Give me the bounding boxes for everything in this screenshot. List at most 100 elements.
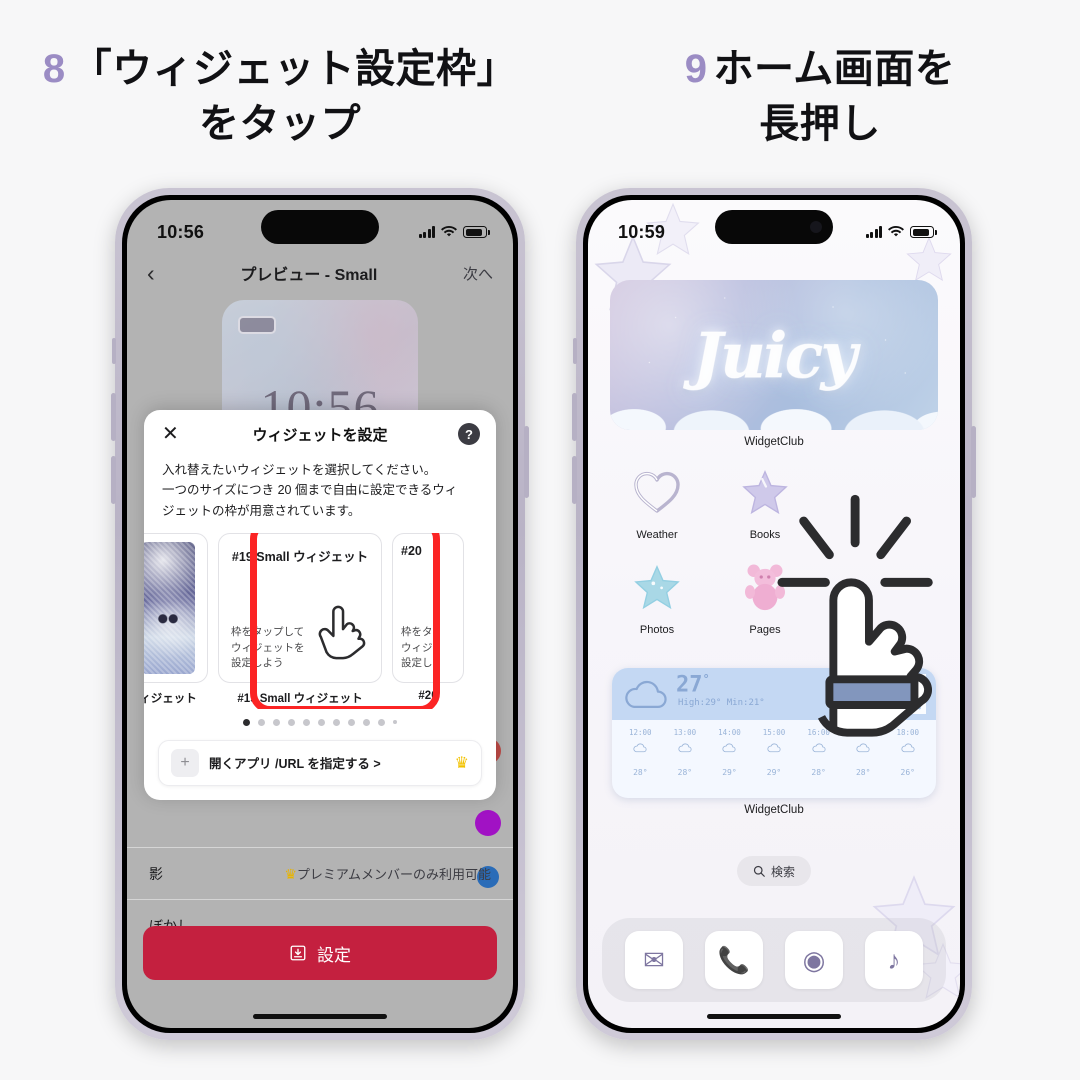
widget-caption-next: #20 (418, 689, 438, 702)
star-icon-2 (629, 559, 685, 615)
crown-icon-premium: ♛ (454, 754, 469, 772)
page-dot[interactable] (348, 718, 355, 726)
preview-battery-widget (238, 316, 276, 334)
dock: ✉ 📞 ◉ ♪ (602, 918, 946, 1002)
volume-down-button-right[interactable] (572, 456, 577, 504)
page-dot[interactable] (243, 718, 250, 726)
photo-widget[interactable]: Juicy (610, 280, 938, 430)
widget-slot-19[interactable]: #19 Small ウィジェット 枠をタップして ウィジェットを 設定しよう (218, 532, 382, 683)
weather-hour-temp: 29° (722, 768, 737, 777)
widget-slot-20[interactable]: #20 枠をタ ウィジ 設定し (392, 532, 464, 683)
sheet-desc-line1: 入れ替えたいウィジェットを選択してください。 (162, 463, 437, 477)
battery-icon (463, 226, 490, 238)
search-label: 検索 (770, 864, 796, 879)
status-time: 10:56 (157, 221, 205, 242)
mute-switch-right[interactable] (573, 338, 577, 364)
app-grid: Weather Books Photos Pages (614, 464, 814, 636)
dynamic-island-right (715, 210, 833, 244)
app-books[interactable]: Books (722, 464, 808, 541)
front-camera-icon (810, 221, 822, 233)
weather-hourly-row: 12:00 28° 13:00 28° 14:00 29° 15:00 29° 16:00 28°… (612, 720, 936, 783)
weather-hour-cell: 13:00 28° (663, 728, 708, 777)
close-icon[interactable]: ✕ (162, 424, 179, 444)
app-weather[interactable]: Weather (614, 464, 700, 541)
widget-artwork-label: Juicy (693, 318, 858, 392)
photo-widget-label: WidgetClub (744, 436, 804, 448)
weather-hour-temp: 29° (766, 768, 782, 777)
page-dot[interactable] (378, 718, 385, 726)
widget-settings-sheet: ✕ ウィジェットを設定 ? 入れ替えたいウィジェットを選択してください。 一つの… (144, 410, 496, 800)
cloud-icon (767, 743, 781, 753)
cloud-icon (812, 743, 826, 753)
color-swatch-purple[interactable] (475, 810, 501, 836)
search-pill[interactable]: 検索 (736, 856, 812, 886)
music-icon[interactable]: ♪ (865, 931, 923, 989)
weather-hour-cell: 18:00 26° (885, 728, 930, 777)
weather-city-name: Maebashi (888, 676, 922, 684)
page-dot[interactable] (303, 718, 310, 726)
page-dot[interactable] (363, 718, 370, 726)
app-photos[interactable]: Photos (614, 559, 700, 636)
widget-card-current[interactable]: #19 Small ウィジェット 枠をタップして ウィジェットを 設定しよう #… (218, 532, 382, 706)
weather-hour-temp: 28° (855, 768, 871, 777)
widget-slot-next-hint: 枠をタ ウィジ 設定し (401, 625, 455, 672)
page-dot[interactable] (393, 720, 397, 725)
cloud-icon (856, 743, 870, 753)
row-value-shadow: ♛プレミアムメンバーのみ利用可能 (284, 864, 491, 883)
back-button[interactable]: ‹ (147, 261, 155, 285)
heading-8-line2: をタップ (199, 102, 361, 147)
weather-hour-time: 16:00 (807, 728, 830, 737)
safari-icon[interactable]: ◉ (785, 931, 843, 989)
next-button[interactable]: 次へ (463, 263, 493, 284)
save-icon (290, 945, 306, 961)
widget-caption-current: #19 Small ウィジェット (237, 692, 363, 705)
help-icon[interactable]: ? (458, 423, 480, 445)
heading-step-8: 8 「ウィジェット設定枠」 をタップ (0, 42, 560, 152)
mail-icon[interactable]: ✉ (625, 931, 683, 989)
page-dot[interactable] (288, 718, 295, 726)
power-button-right[interactable] (971, 426, 976, 498)
widget-carousel[interactable]: ィジェット #19 Small ウィジェット 枠をタップして ウィジェットを 設… (144, 532, 496, 709)
app-pages[interactable]: Pages (722, 559, 808, 636)
carousel-page-dots[interactable] (144, 718, 496, 726)
volume-up-button[interactable] (111, 393, 116, 441)
sheet-desc-line2: 一つのサイズにつき 20 個まで自由に設定できるウィ (162, 483, 458, 498)
weather-city-tile: Maebashi (884, 674, 926, 714)
widget-caption-previous: ィジェット (144, 692, 197, 705)
row-label-shadow: 影 (149, 865, 163, 882)
signal-bars-icon-right (865, 226, 882, 238)
weather-hour-time: 13:00 (673, 728, 697, 737)
page-dot[interactable] (318, 718, 325, 726)
plus-icon: + (171, 748, 199, 777)
page-dot[interactable] (258, 718, 265, 726)
page-dot[interactable] (273, 718, 280, 726)
status-time-right: 10:59 (618, 221, 666, 242)
premium-note: プレミアムメンバーのみ利用可能 (296, 867, 491, 882)
volume-down-button[interactable] (111, 456, 116, 504)
widget-card-next[interactable]: #20 枠をタ ウィジ 設定し #20 (392, 532, 464, 702)
step-number-9: 9 (684, 47, 708, 91)
tap-hand-icon (318, 605, 366, 660)
volume-up-button-right[interactable] (572, 393, 577, 441)
heading-8-text1: 「ウィジェット設定枠」 (71, 47, 518, 91)
status-icons (418, 226, 490, 238)
heart-icon (629, 464, 685, 520)
power-button[interactable] (524, 426, 529, 498)
weather-current: 27° High:29° Min:21° Maebashi (612, 668, 936, 720)
weather-hour-time: 18:00 (896, 728, 920, 737)
weather-widget[interactable]: 27° High:29° Min:21° Maebashi 12:00 28° 13… (612, 668, 936, 798)
app-label-pages: Pages (749, 624, 781, 636)
phone-icon[interactable]: 📞 (705, 931, 763, 989)
heading-9-line2: 長押し (759, 102, 881, 147)
cloud-icon (722, 743, 736, 753)
mute-switch[interactable] (112, 338, 116, 364)
weather-hour-time: 17:00 (851, 728, 875, 737)
settings-row-shadow[interactable]: 影 ♛プレミアムメンバーのみ利用可能 (127, 847, 513, 899)
widget-card-previous[interactable]: ィジェット (144, 532, 208, 706)
save-settings-button[interactable]: 設定 (143, 926, 497, 980)
sheet-description: 入れ替えたいウィジェットを選択してください。 一つのサイズにつき 20 個まで自… (144, 458, 496, 533)
open-app-url-row[interactable]: + 開くアプリ /URL を指定する > ♛ (158, 739, 482, 786)
weather-hour-temp: 28° (811, 768, 826, 777)
weather-widget-label: WidgetClub (744, 804, 804, 816)
page-dot[interactable] (333, 718, 340, 726)
